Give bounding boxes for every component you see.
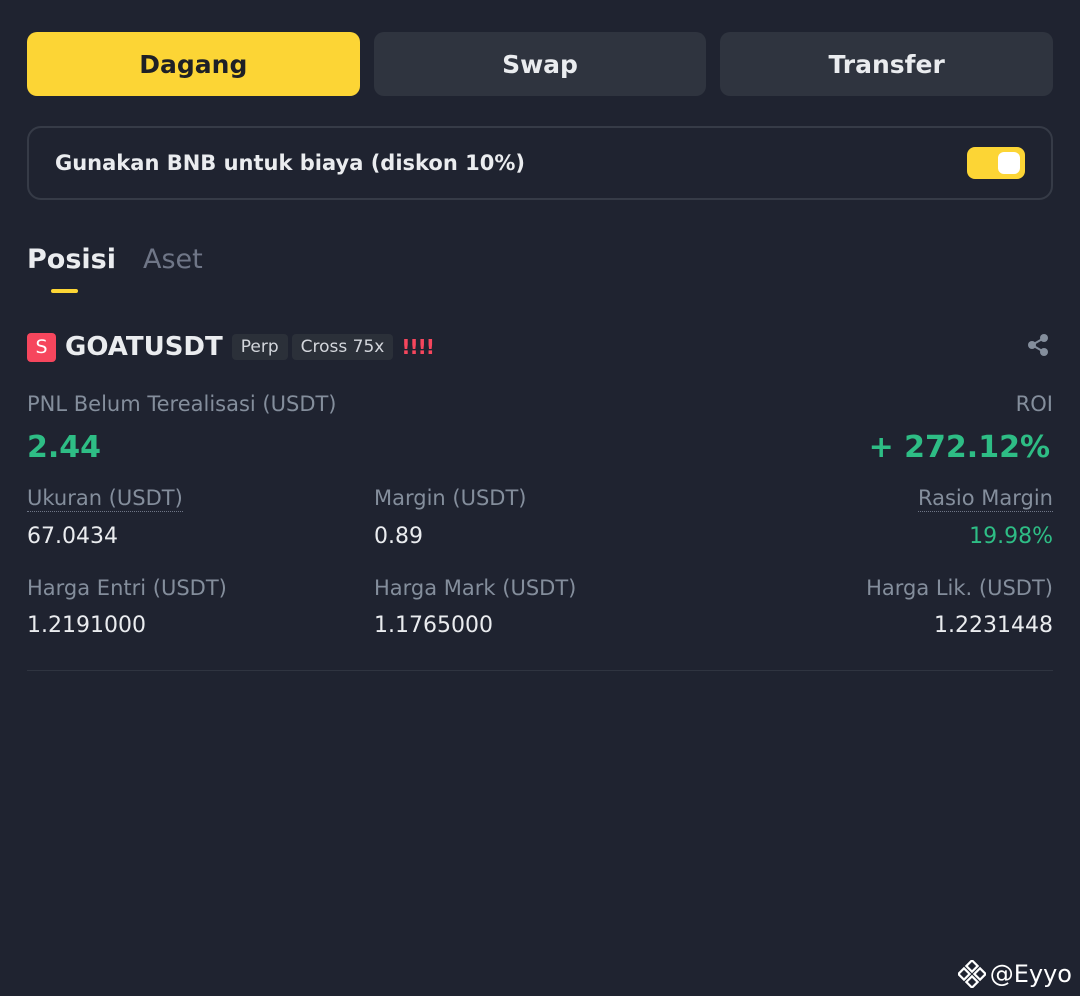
active-tab-indicator — [51, 289, 78, 293]
entry-price-label: Harga Entri (USDT) — [27, 576, 227, 600]
margin-value: 0.89 — [374, 524, 423, 549]
watermark: @Eyyo — [957, 960, 1072, 988]
tab-assets[interactable]: Aset — [143, 244, 203, 275]
margin-label: Margin (USDT) — [374, 486, 527, 510]
tab-positions[interactable]: Posisi — [27, 244, 116, 275]
mark-price-label: Harga Mark (USDT) — [374, 576, 577, 600]
roi-label: ROI — [1015, 392, 1053, 416]
contract-type-tag: Perp — [231, 334, 288, 360]
entry-price-value: 1.2191000 — [27, 613, 146, 638]
pnl-label: PNL Belum Terealisasi (USDT) — [27, 392, 337, 416]
margin-mode-tag[interactable]: Cross 75x — [291, 334, 394, 360]
bnb-fee-toggle[interactable] — [967, 147, 1025, 179]
trade-button[interactable]: Dagang — [27, 32, 360, 96]
liq-price-label: Harga Lik. (USDT) — [866, 576, 1053, 600]
mark-price-value: 1.1765000 — [374, 613, 493, 638]
roi-value: + 272.12% — [868, 430, 1050, 465]
pnl-value: 2.44 — [27, 430, 102, 465]
watermark-handle: @Eyyo — [989, 960, 1072, 988]
margin-ratio-label[interactable]: Rasio Margin — [917, 486, 1053, 512]
action-bar: Dagang Swap Transfer — [27, 32, 1054, 96]
binance-logo-icon — [957, 960, 986, 988]
margin-ratio-value: 19.98% — [969, 524, 1053, 549]
position-header: S GOATUSDT Perp Cross 75x !!!! — [27, 330, 1053, 364]
position-symbol[interactable]: GOATUSDT — [65, 332, 223, 362]
short-side-badge: S — [27, 332, 56, 362]
toggle-knob — [998, 152, 1020, 174]
size-label-wrap: Ukuran (USDT) — [27, 486, 183, 512]
swap-button[interactable]: Swap — [373, 32, 707, 96]
section-divider — [27, 670, 1053, 671]
bnb-fee-setting: Gunakan BNB untuk biaya (diskon 10%) — [27, 126, 1053, 200]
position-tabs: Posisi Aset — [27, 244, 203, 275]
size-value: 67.0434 — [27, 524, 118, 549]
transfer-button[interactable]: Transfer — [720, 32, 1054, 96]
margin-ratio-label-wrap: Rasio Margin — [917, 486, 1053, 512]
liq-price-value: 1.2231448 — [934, 613, 1053, 638]
risk-warning-icon: !!!! — [401, 335, 434, 359]
bnb-fee-label: Gunakan BNB untuk biaya (diskon 10%) — [55, 151, 525, 175]
share-icon[interactable] — [1027, 333, 1049, 361]
size-label[interactable]: Ukuran (USDT) — [27, 486, 183, 512]
